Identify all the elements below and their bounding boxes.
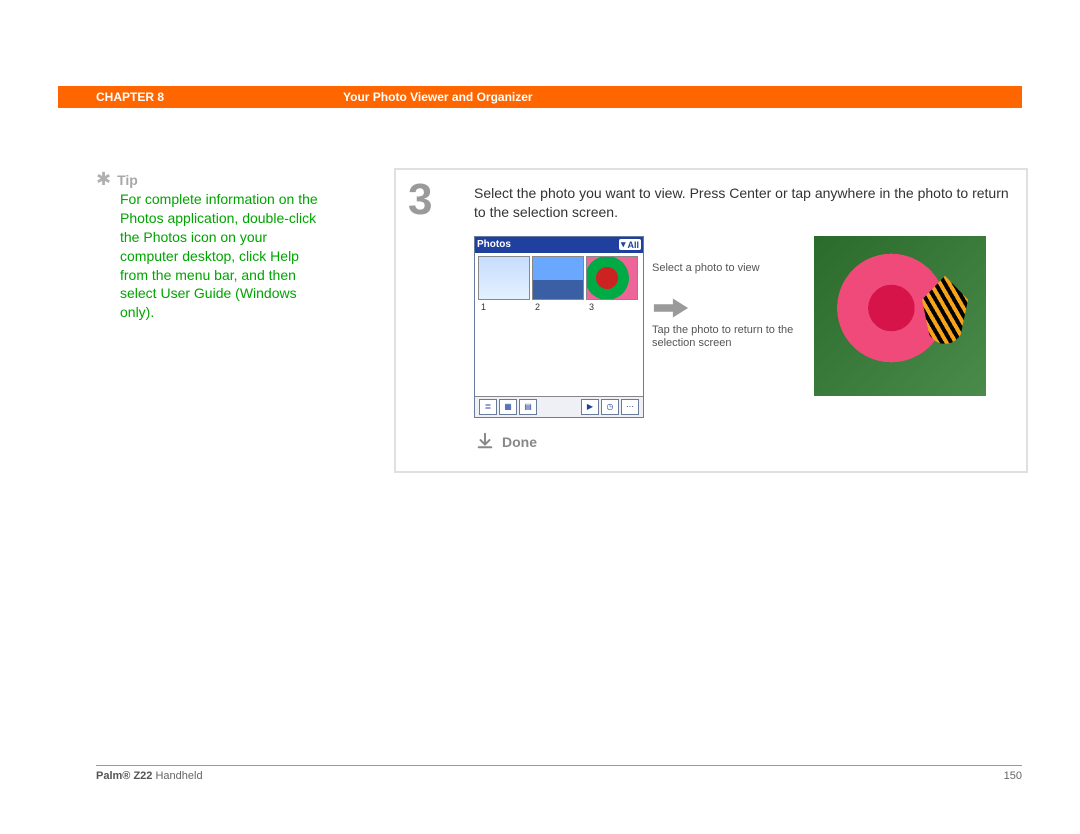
- photos-titlebar: Photos ▾ All: [475, 237, 643, 253]
- tip-heading: Tip: [117, 172, 138, 188]
- page-number: 150: [1004, 770, 1022, 782]
- photo-thumbnail[interactable]: 2: [532, 256, 584, 300]
- chapter-header: CHAPTER 8 Your Photo Viewer and Organize…: [58, 86, 1022, 108]
- clock-icon[interactable]: ◷: [601, 399, 619, 415]
- photos-category-dropdown[interactable]: ▾ All: [619, 239, 641, 250]
- detail-view-icon[interactable]: ▤: [519, 399, 537, 415]
- page-footer: Palm® Z22 Handheld 150: [96, 765, 1022, 782]
- step-box: 3 Select the photo you want to view. Pre…: [394, 168, 1028, 473]
- done-label: Done: [502, 434, 537, 450]
- done-arrow-icon: [476, 432, 494, 453]
- photos-app-screenshot: Photos ▾ All 1 2: [474, 236, 644, 418]
- product-name: Palm® Z22 Handheld: [96, 770, 203, 782]
- thumbnail-number: 2: [535, 302, 540, 312]
- photos-category-label: All: [627, 240, 639, 250]
- grid-view-icon[interactable]: ▦: [499, 399, 517, 415]
- tip-star-icon: ✱: [96, 172, 111, 186]
- chapter-label: CHAPTER 8: [96, 90, 164, 104]
- photo-thumbnail[interactable]: 3: [586, 256, 638, 300]
- done-row: Done: [476, 432, 1014, 453]
- chapter-title: Your Photo Viewer and Organizer: [343, 90, 533, 104]
- thumbnail-area: 1 2 3: [475, 253, 643, 396]
- photos-app-title: Photos: [477, 239, 511, 250]
- enlarged-photo[interactable]: [814, 236, 986, 396]
- more-icon[interactable]: ⋯: [621, 399, 639, 415]
- photos-toolbar: ≣ ▦ ▤ ▶ ◷ ⋯: [475, 396, 643, 417]
- tip-body-text: For complete information on the Photos a…: [120, 190, 328, 322]
- step-instruction: Select the photo you want to view. Press…: [474, 184, 1014, 222]
- photo-thumbnail[interactable]: 1: [478, 256, 530, 300]
- arrow-right-icon: [652, 296, 690, 320]
- thumbnail-number: 1: [481, 302, 486, 312]
- thumbnail-number: 3: [589, 302, 594, 312]
- slideshow-icon[interactable]: ▶: [581, 399, 599, 415]
- callout-select-photo: Select a photo to view: [652, 262, 802, 276]
- list-view-icon[interactable]: ≣: [479, 399, 497, 415]
- step-number: 3: [408, 178, 474, 453]
- dropdown-caret-icon: ▾: [621, 239, 626, 250]
- callout-tap-return: Tap the photo to return to the selection…: [652, 324, 802, 352]
- tip-sidebar: ✱ Tip For complete information on the Ph…: [96, 172, 328, 322]
- product-name-bold: Palm® Z22: [96, 770, 152, 782]
- callout-column: Select a photo to view Tap the photo to …: [652, 236, 802, 351]
- product-name-rest: Handheld: [152, 770, 202, 782]
